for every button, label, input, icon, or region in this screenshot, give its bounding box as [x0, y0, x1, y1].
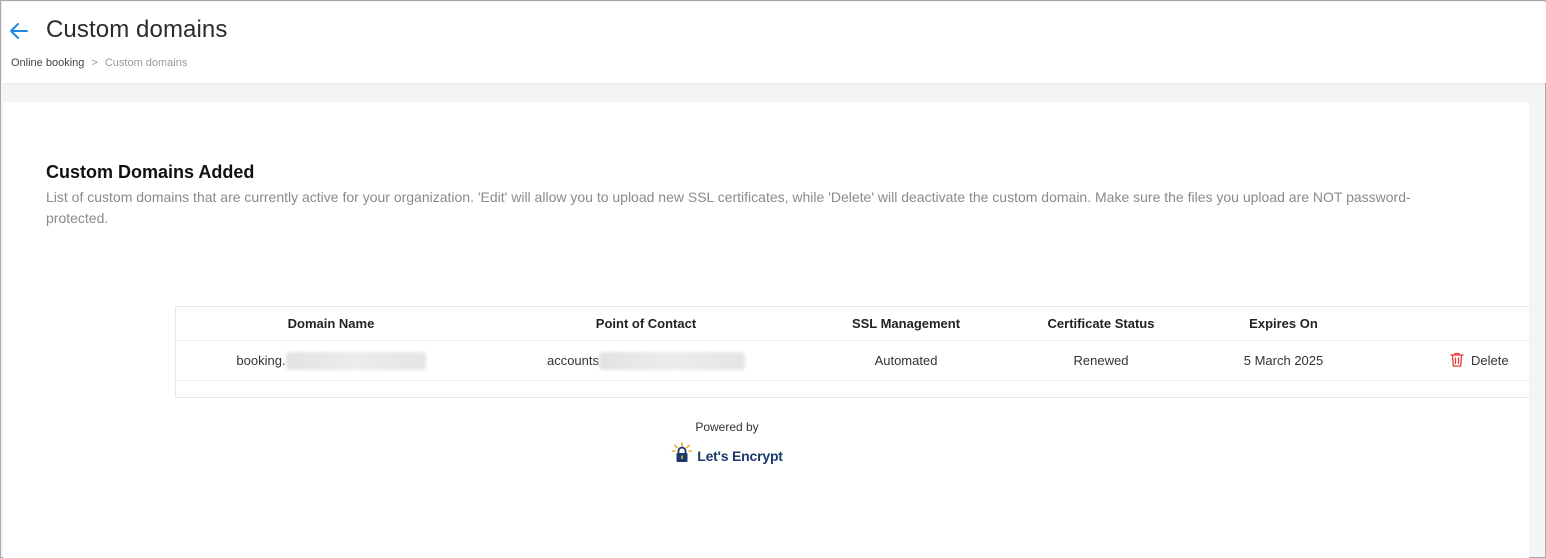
domain-name-text: booking.	[236, 353, 286, 368]
column-header-expires-on: Expires On	[1249, 316, 1318, 331]
breadcrumb: Online booking > Custom domains	[11, 57, 187, 69]
padlock-sun-icon	[671, 442, 693, 469]
breadcrumb-online-booking[interactable]: Online booking	[11, 57, 84, 69]
app-frame: Custom domains Online booking > Custom dom…	[0, 0, 1546, 558]
contact-text: accounts	[546, 353, 600, 368]
powered-by-label: Powered by	[695, 420, 759, 434]
redacted-contact	[599, 351, 746, 370]
column-header-domain-name: Domain Name	[287, 316, 375, 331]
domain-name-cell: booking.	[176, 341, 486, 380]
trash-icon	[1449, 351, 1465, 371]
lets-encrypt-text: Let's Encrypt	[697, 447, 783, 464]
column-header-point-of-contact: Point of Contact	[595, 316, 697, 331]
breadcrumb-current: Custom domains	[104, 57, 188, 69]
section-title: Custom Domains Added	[46, 162, 255, 182]
contact-cell: accounts	[486, 341, 806, 380]
expires-on-cell: 5 March 2025	[1243, 353, 1324, 368]
column-header-ssl-management: SSL Management	[851, 316, 961, 331]
table-row: booking. accounts Automated Renewed 5 Ma…	[176, 341, 1529, 381]
content-card: Custom Domains Added List of custom doma…	[3, 102, 1529, 558]
page-header: Custom domains Online booking > Custom dom…	[2, 2, 1546, 83]
certificate-status-cell: Renewed	[1073, 353, 1129, 368]
back-arrow-icon[interactable]	[8, 20, 30, 42]
delete-label: Delete	[1471, 353, 1509, 368]
page-title: Custom domains	[46, 16, 228, 43]
redacted-domain	[285, 351, 426, 370]
actions-cell: Delete	[1371, 341, 1530, 380]
breadcrumb-separator: >	[91, 57, 98, 69]
table-header: Domain Name Point of Contact SSL Managem…	[176, 307, 1529, 341]
section-description: List of custom domains that are currentl…	[46, 189, 1411, 226]
lets-encrypt-logo: Let's Encrypt	[671, 442, 783, 469]
powered-by: Powered by Let's Encrypt	[671, 420, 783, 469]
delete-button[interactable]: Delete	[1449, 351, 1509, 371]
column-header-certificate-status: Certificate Status	[1047, 316, 1155, 331]
ssl-management-cell: Automated	[874, 353, 938, 368]
domains-table: Domain Name Point of Contact SSL Managem…	[175, 306, 1529, 398]
